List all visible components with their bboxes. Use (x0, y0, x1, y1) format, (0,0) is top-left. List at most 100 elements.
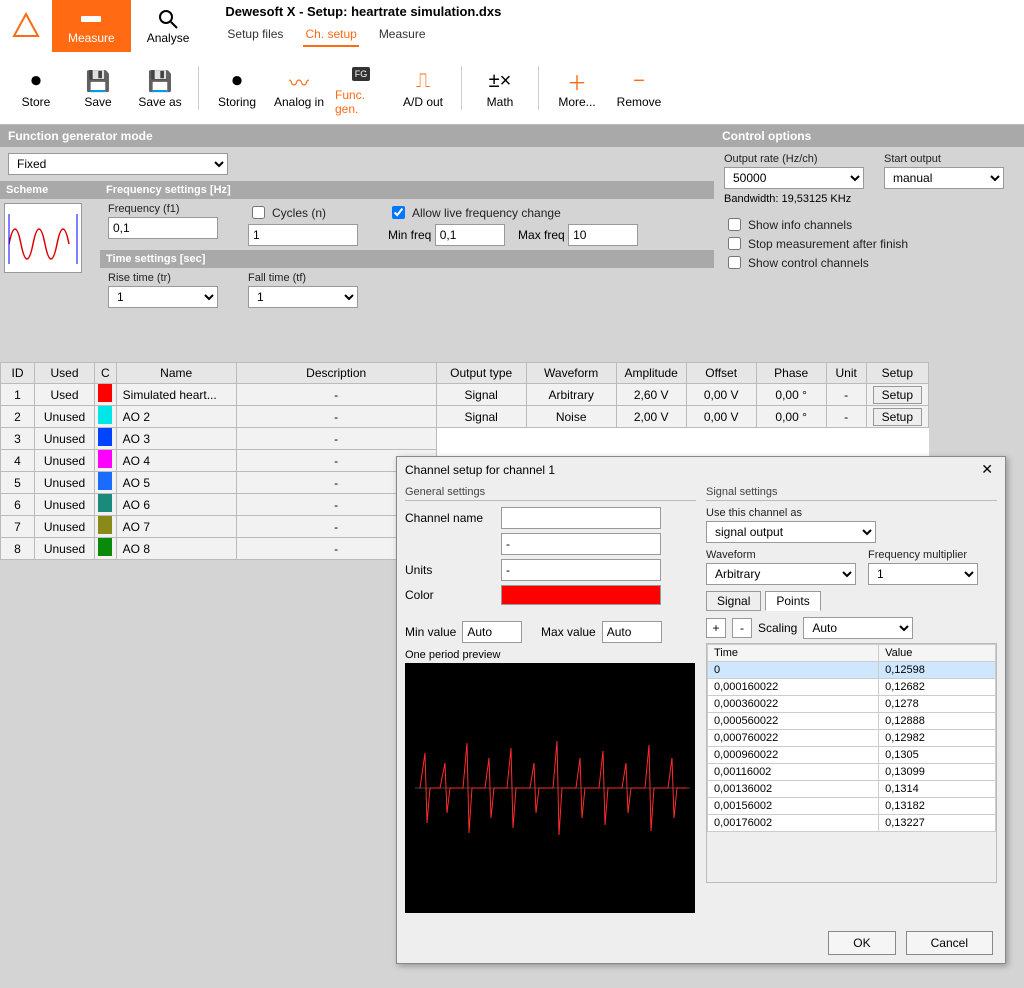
tab-measure[interactable]: Measure (52, 0, 131, 52)
units-label: Units (405, 563, 495, 577)
cycles-check[interactable]: Cycles (n) (248, 203, 326, 222)
channel-setup-dialog: Channel setup for channel 1 ✕ General se… (396, 456, 1006, 964)
freq-title: Frequency settings [Hz] (100, 181, 714, 199)
tool-math[interactable]: ±×Math (472, 63, 528, 113)
minfreq-input[interactable] (435, 224, 505, 246)
dialog-title: Channel setup for channel 1 (405, 463, 555, 477)
plus-icon: ＋ (563, 67, 591, 95)
math-icon: ±× (486, 67, 514, 95)
scheme-title: Scheme (0, 181, 100, 199)
tool-adout[interactable]: ⎍A/D out (395, 63, 451, 113)
fall-label: Fall time (tf) (248, 272, 358, 284)
maxfreq-input[interactable] (568, 224, 638, 246)
tool-funcgen[interactable]: FGFunc. gen. (333, 56, 389, 120)
tool-analogin[interactable]: 〰Analog in (271, 63, 327, 113)
fmult-select[interactable]: 1 (868, 563, 978, 585)
tool-remove[interactable]: −Remove (611, 63, 667, 113)
remove-point-btn[interactable]: - (732, 618, 752, 638)
cycles-input[interactable] (248, 224, 358, 246)
color-swatch[interactable] (501, 585, 661, 605)
th-id[interactable]: ID (1, 363, 35, 384)
subtab-measure[interactable]: Measure (377, 23, 428, 47)
app-logo (0, 0, 52, 52)
cancel-button[interactable]: Cancel (906, 931, 993, 955)
points-row[interactable]: 0,0009600220,1305 (708, 747, 996, 764)
th-off[interactable]: Offset (686, 363, 756, 384)
tool-store[interactable]: ⏺Store (8, 63, 64, 113)
tab-analyse[interactable]: Analyse (131, 0, 206, 52)
points-row[interactable]: 0,001360020,1314 (708, 781, 996, 798)
pts-th-time[interactable]: Time (708, 645, 879, 662)
chname-sub-input[interactable] (501, 533, 661, 555)
useas-select[interactable]: signal output (706, 521, 876, 543)
outrate-label: Output rate (Hz/ch) (724, 153, 864, 165)
points-row[interactable]: 0,001560020,13182 (708, 798, 996, 815)
freq-label: Frequency (f1) (108, 203, 218, 215)
time-title: Time settings [sec] (100, 250, 714, 268)
add-point-btn[interactable]: + (706, 618, 726, 638)
maxv-label: Max value (541, 625, 596, 639)
table-row[interactable]: 3UnusedAO 3- (1, 428, 929, 450)
fmult-label: Frequency multiplier (868, 549, 978, 561)
setup-button[interactable]: Setup (873, 386, 922, 404)
tool-more[interactable]: ＋More... (549, 63, 605, 113)
scaling-select[interactable]: Auto (803, 617, 913, 639)
subtab-ch-setup[interactable]: Ch. setup (303, 23, 358, 47)
th-used[interactable]: Used (35, 363, 95, 384)
tool-save[interactable]: 💾Save (70, 63, 126, 113)
freq-input[interactable] (108, 217, 218, 239)
waveform-preview (405, 663, 695, 913)
minv-input[interactable] (462, 621, 522, 643)
chname-input[interactable] (501, 507, 661, 529)
app-title: Dewesoft X - Setup: heartrate simulation… (225, 0, 501, 21)
fall-select[interactable]: 1 (248, 286, 358, 308)
saveas-icon: 💾 (146, 67, 174, 95)
save-icon: 💾 (84, 67, 112, 95)
tab-measure-label: Measure (68, 31, 115, 45)
points-row[interactable]: 0,0007600220,12982 (708, 730, 996, 747)
points-row[interactable]: 0,0001600220,12682 (708, 679, 996, 696)
points-row[interactable]: 00,12598 (708, 662, 996, 679)
table-row[interactable]: 2UnusedAO 2-SignalNoise2,00 V0,00 V0,00 … (1, 406, 929, 428)
th-setup[interactable]: Setup (866, 363, 928, 384)
th-amp[interactable]: Amplitude (616, 363, 686, 384)
pts-th-value[interactable]: Value (879, 645, 996, 662)
show-info-check[interactable]: Show info channels (724, 215, 852, 234)
points-row[interactable]: 0,001760020,13227 (708, 815, 996, 832)
points-row[interactable]: 0,0005600220,12888 (708, 713, 996, 730)
tab-signal-btn[interactable]: Signal (706, 591, 761, 611)
th-wave[interactable]: Waveform (526, 363, 616, 384)
th-phase[interactable]: Phase (756, 363, 826, 384)
th-unit[interactable]: Unit (826, 363, 866, 384)
bandwidth-label: Bandwidth: 19,53125 KHz (724, 193, 864, 205)
th-name[interactable]: Name (116, 363, 236, 384)
rise-select[interactable]: 1 (108, 286, 218, 308)
points-table-wrap[interactable]: Time Value 00,125980,0001600220,126820,0… (706, 643, 997, 883)
th-c[interactable]: C (95, 363, 117, 384)
tool-storing[interactable]: ⏺Storing (209, 63, 265, 113)
th-desc[interactable]: Description (236, 363, 436, 384)
table-row[interactable]: 1UsedSimulated heart...-SignalArbitrary2… (1, 384, 929, 406)
units-input[interactable] (501, 559, 661, 581)
th-output[interactable]: Output type (436, 363, 526, 384)
points-row[interactable]: 0,001160020,13099 (708, 764, 996, 781)
close-icon[interactable]: ✕ (977, 461, 997, 478)
outrate-select[interactable]: 50000 (724, 167, 864, 189)
maxv-input[interactable] (602, 621, 662, 643)
subtab-setup-files[interactable]: Setup files (225, 23, 285, 47)
setup-button[interactable]: Setup (873, 408, 922, 426)
startout-select[interactable]: manual (884, 167, 1004, 189)
stop-after-check[interactable]: Stop measurement after finish (724, 234, 908, 253)
tab-points-btn[interactable]: Points (765, 591, 820, 611)
storing-icon: ⏺ (223, 67, 251, 95)
waveform-select[interactable]: Arbitrary (706, 563, 856, 585)
analyse-icon (156, 7, 180, 31)
show-ctrl-check[interactable]: Show control channels (724, 253, 869, 272)
mode-select[interactable]: Fixed (8, 153, 228, 175)
allow-live-check[interactable]: Allow live frequency change (388, 203, 561, 222)
tool-saveas[interactable]: 💾Save as (132, 63, 188, 113)
separator (538, 66, 539, 110)
ok-button[interactable]: OK (828, 931, 895, 955)
points-row[interactable]: 0,0003600220,1278 (708, 696, 996, 713)
scheme-preview[interactable] (4, 203, 82, 273)
